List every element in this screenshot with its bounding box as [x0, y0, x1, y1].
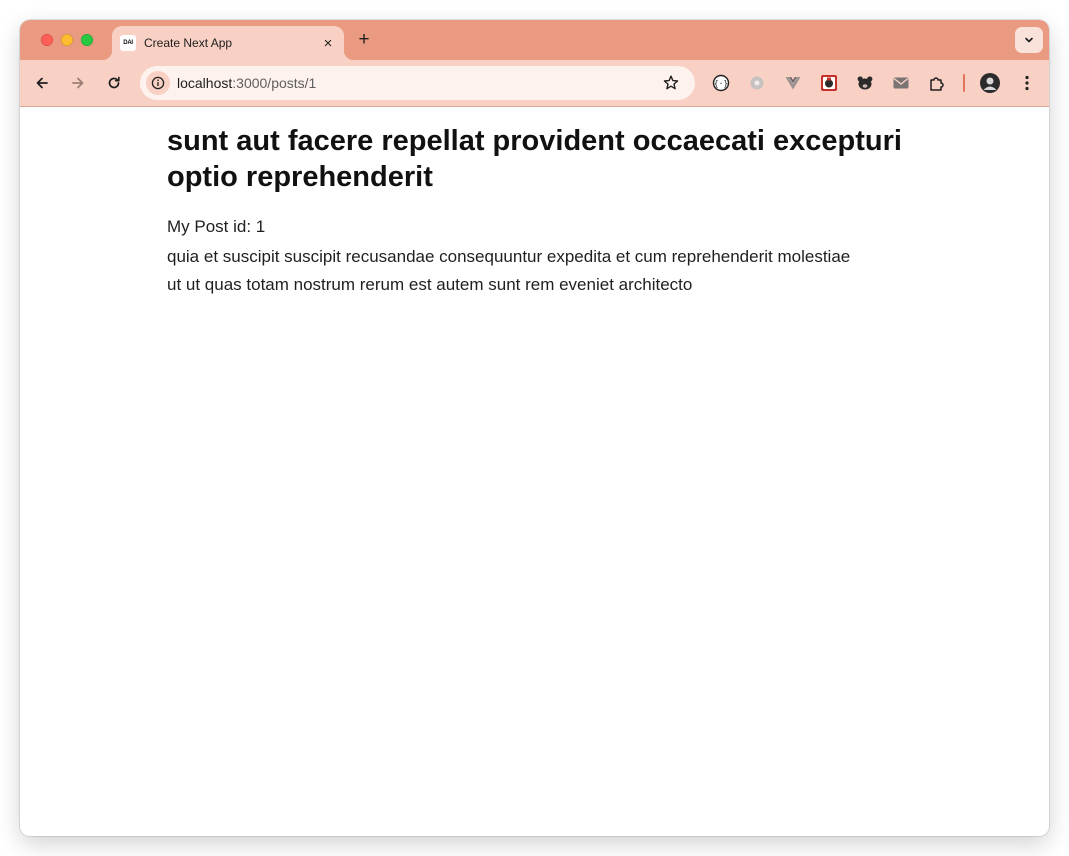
close-window-button[interactable]: [41, 34, 53, 46]
post-body-line: quia et suscipit suscipit recusandae con…: [167, 247, 851, 266]
braces-circle-icon: {·}: [712, 74, 730, 92]
tab-strip: DAI Create Next App × +: [20, 20, 1049, 60]
tab-title: Create Next App: [144, 36, 233, 50]
extension-red-badge-button[interactable]: [818, 72, 840, 94]
tab-favicon: DAI: [120, 35, 136, 51]
extension-devtools-button[interactable]: {·}: [710, 72, 732, 94]
extension-mail-button[interactable]: [890, 72, 912, 94]
url-text[interactable]: localhost:3000/posts/1: [177, 75, 316, 91]
url-path: :3000/posts/1: [232, 75, 317, 91]
extension-gear-button[interactable]: [746, 72, 768, 94]
bear-icon: [857, 76, 873, 90]
zoom-window-button[interactable]: [81, 34, 93, 46]
vue-logo-icon: [785, 77, 801, 90]
avatar-icon: [980, 73, 1000, 93]
post-content: sunt aut facere repellat provident occae…: [167, 123, 927, 299]
post-id-label: My Post id: 1: [167, 217, 266, 236]
minimize-window-button[interactable]: [61, 34, 73, 46]
reload-button[interactable]: [100, 69, 128, 97]
svg-text:{·}: {·}: [714, 79, 728, 88]
profile-button[interactable]: [979, 72, 1001, 94]
arrow-left-icon: [36, 77, 48, 89]
new-tab-button[interactable]: +: [353, 29, 375, 51]
gear-icon: [750, 76, 764, 90]
address-bar[interactable]: localhost:3000/posts/1: [140, 66, 695, 100]
bug-badge-icon: [821, 75, 837, 91]
site-info-icon[interactable]: [146, 71, 170, 95]
extension-bear-button[interactable]: [854, 72, 876, 94]
star-icon: [663, 75, 679, 90]
mail-icon: [893, 77, 909, 89]
post-body-line: ut ut quas totam nostrum rerum est autem…: [167, 275, 693, 294]
back-button[interactable]: [28, 69, 56, 97]
bookmark-star-button[interactable]: [661, 73, 681, 93]
browser-toolbar: localhost:3000/posts/1 {·}: [20, 60, 1049, 107]
browser-window: DAI Create Next App × + localhost:3000/p…: [20, 20, 1049, 836]
toolbar-divider: [963, 74, 965, 92]
puzzle-icon: [930, 77, 944, 91]
extensions-menu-button[interactable]: [926, 72, 948, 94]
chevron-down-icon: [1025, 37, 1033, 43]
url-host: localhost: [177, 75, 233, 91]
arrow-right-icon: [72, 77, 84, 89]
extension-vue-button[interactable]: [782, 72, 804, 94]
info-icon: [151, 76, 165, 90]
tab-close-button[interactable]: ×: [318, 33, 338, 53]
page-viewport: sunt aut facere repellat provident occae…: [20, 107, 1049, 836]
post-title: sunt aut facere repellat provident occae…: [167, 125, 902, 193]
post-body: quia et suscipit suscipit recusandae con…: [167, 243, 927, 299]
browser-menu-button[interactable]: [1016, 72, 1038, 94]
tab-create-next-app[interactable]: DAI Create Next App ×: [102, 26, 354, 60]
forward-button[interactable]: [64, 69, 92, 97]
reload-icon: [108, 76, 120, 89]
kebab-menu-icon: [1025, 75, 1029, 91]
tab-search-button[interactable]: [1015, 27, 1043, 53]
